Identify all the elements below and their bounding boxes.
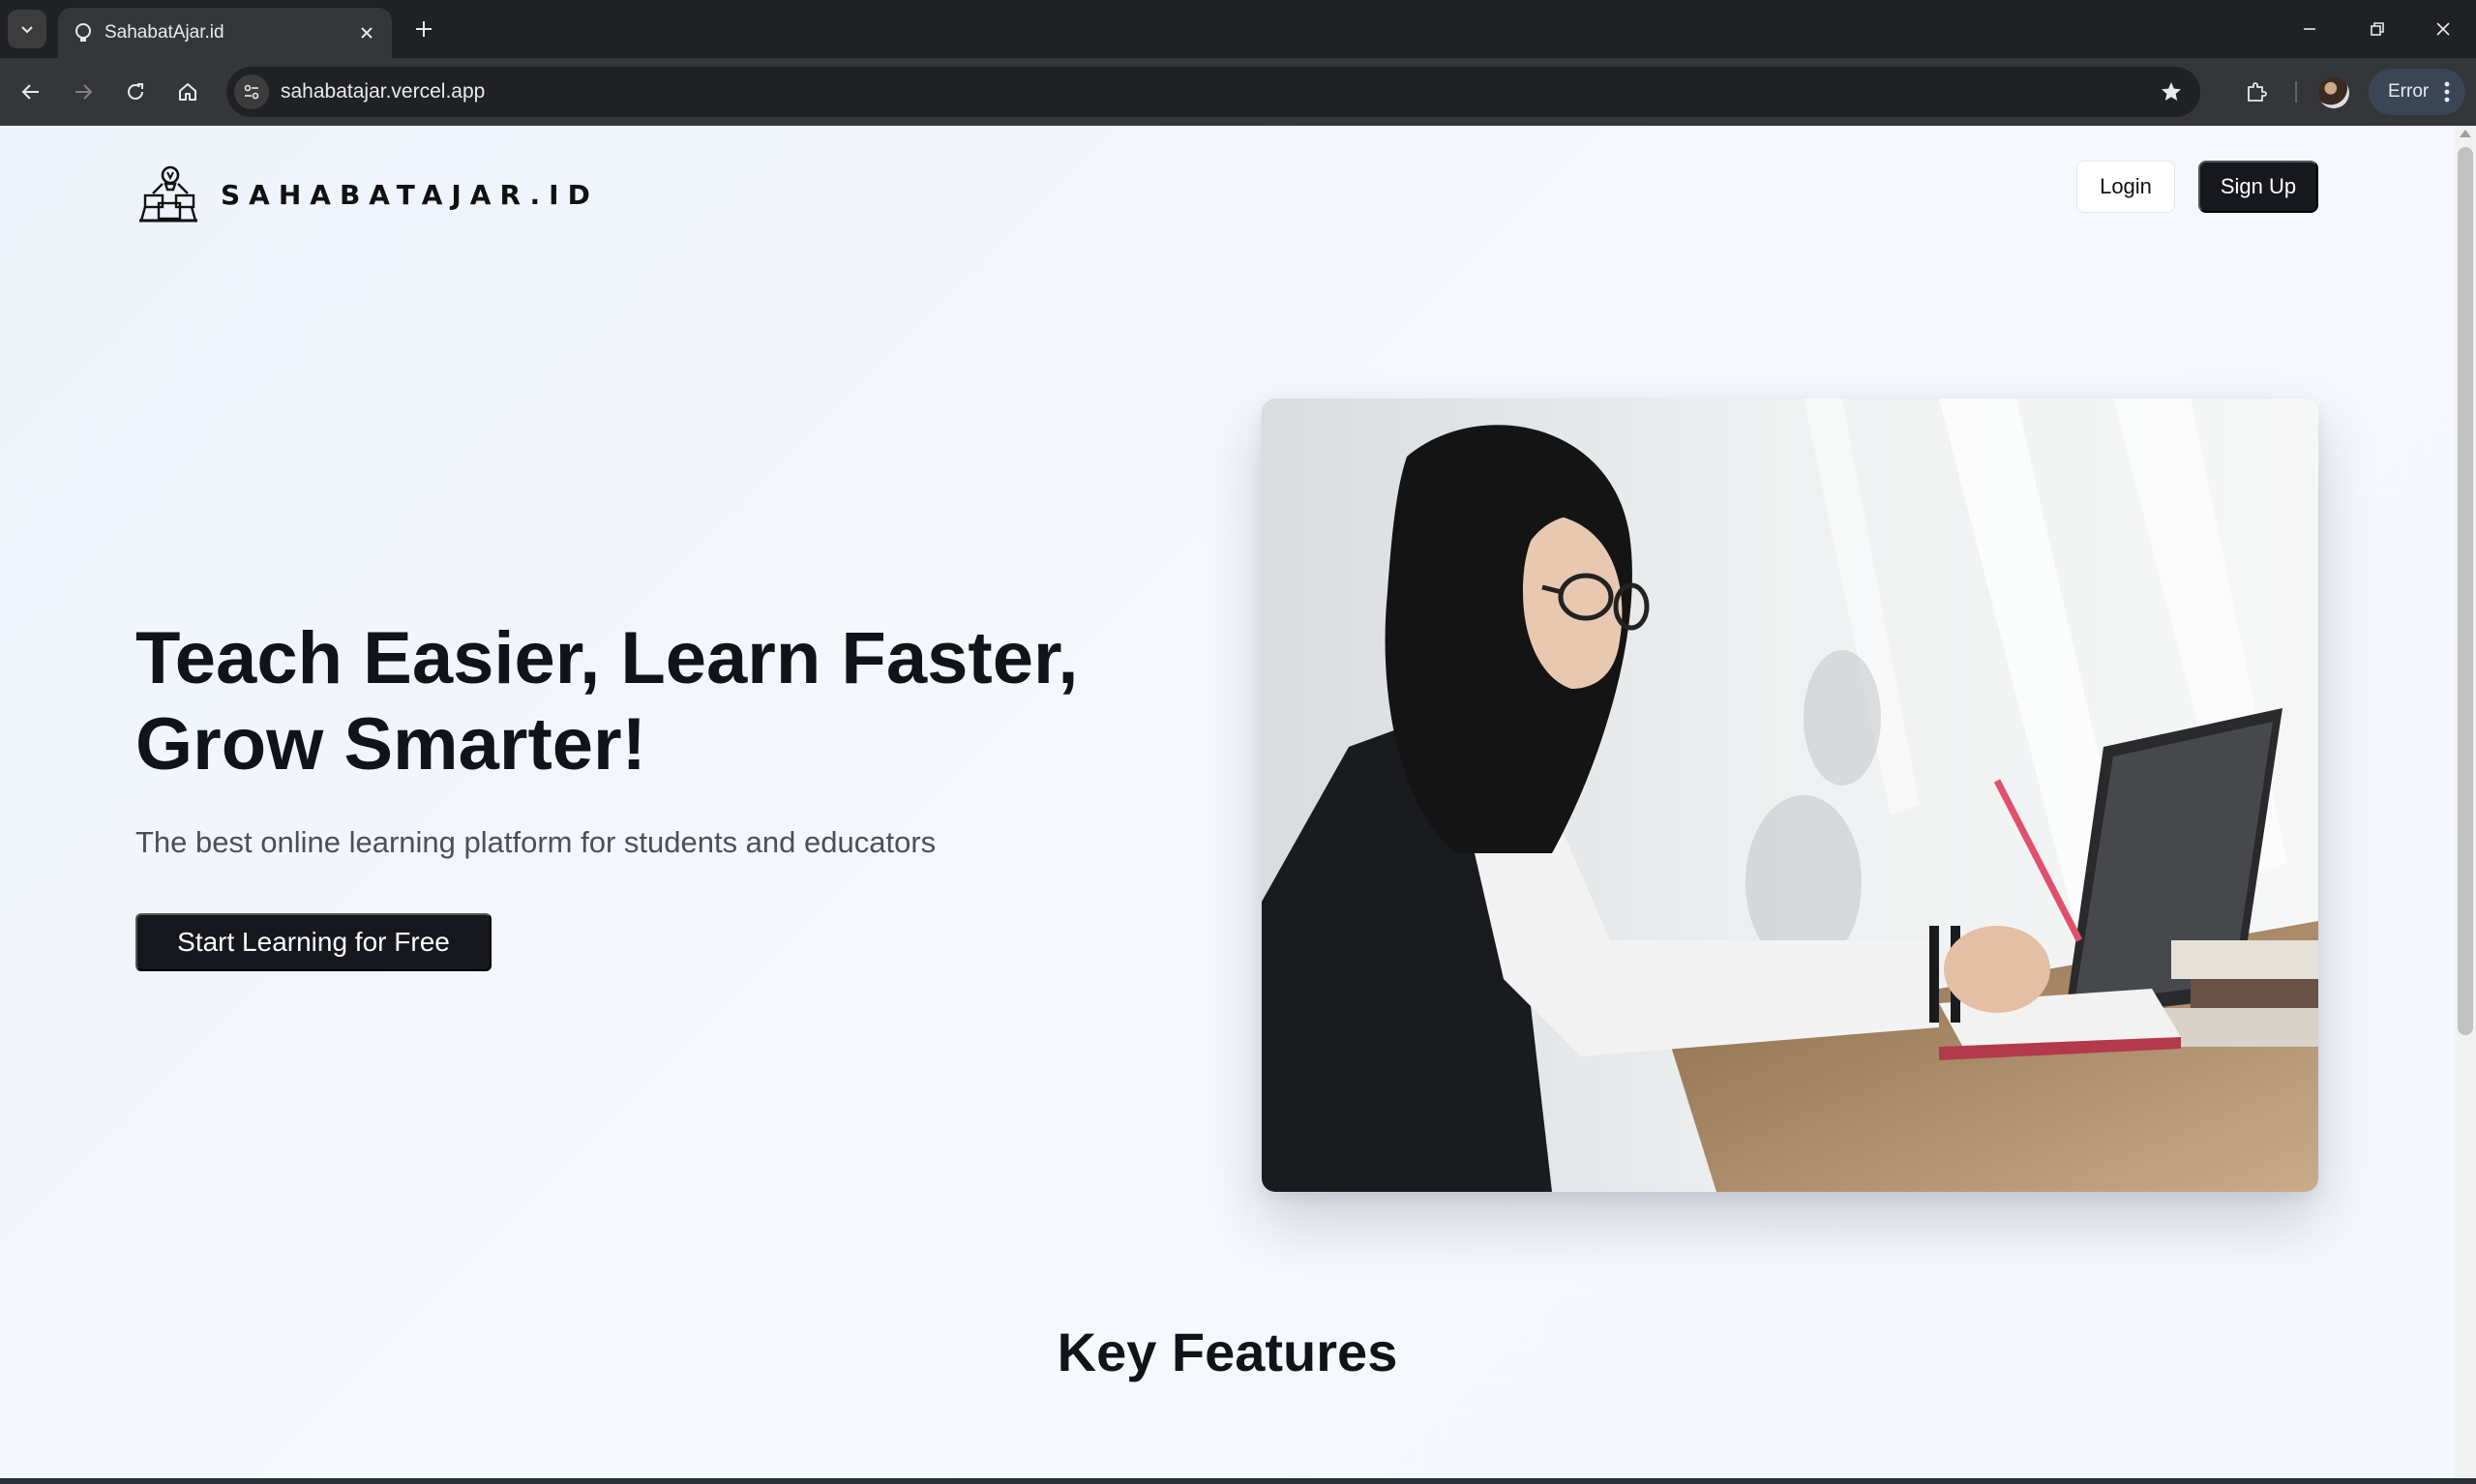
minimize-window-button[interactable] <box>2287 10 2332 48</box>
back-button[interactable] <box>12 73 50 111</box>
page-scrollbar[interactable] <box>2455 126 2476 1478</box>
toolbar-divider <box>2295 81 2297 103</box>
home-button[interactable] <box>168 73 207 111</box>
close-icon <box>2436 22 2450 36</box>
hero-subtitle: The best online learning platform for st… <box>135 825 937 859</box>
arrow-right-icon <box>75 84 93 100</box>
bookmark-star-icon[interactable] <box>2156 76 2187 107</box>
student-studying-photo-icon <box>1262 399 2318 1192</box>
site-info-button[interactable] <box>234 74 269 109</box>
browser-toolbar: sahabatajar.vercel.app Error <box>0 58 2476 126</box>
login-button[interactable]: Login <box>2076 161 2175 213</box>
forward-button[interactable] <box>64 73 103 111</box>
scroll-up-arrow-icon[interactable] <box>2460 130 2471 137</box>
url-text[interactable]: sahabatajar.vercel.app <box>281 79 485 104</box>
address-bar[interactable]: sahabatajar.vercel.app <box>226 67 2200 117</box>
tab-search-button[interactable] <box>8 10 46 48</box>
start-learning-button[interactable]: Start Learning for Free <box>135 913 492 971</box>
puzzle-icon <box>2248 82 2267 102</box>
scrollbar-thumb[interactable] <box>2458 147 2473 1035</box>
bottom-edge-bar <box>0 1478 2476 1484</box>
arrow-left-icon <box>21 84 39 100</box>
restore-icon <box>2371 22 2384 36</box>
home-icon <box>179 83 196 101</box>
profile-status-label: Error <box>2388 81 2430 102</box>
more-vert-icon <box>2444 81 2450 103</box>
lightbulb-favicon-icon <box>75 23 91 42</box>
chevron-down-icon <box>21 26 33 34</box>
tune-icon <box>244 84 259 100</box>
profile-avatar[interactable] <box>2318 77 2349 108</box>
plus-icon <box>416 21 432 37</box>
page-viewport: SAHABATAJAR.ID Login Sign Up Teach Easie… <box>0 126 2476 1484</box>
close-window-button[interactable] <box>2421 10 2465 48</box>
close-tab-icon[interactable] <box>355 21 378 45</box>
browser-tab-active[interactable]: SahabatAjar.id <box>58 8 392 58</box>
reload-icon <box>128 83 143 100</box>
hero-image <box>1262 399 2318 1192</box>
logo-icon <box>139 165 197 223</box>
extensions-button[interactable] <box>2237 73 2276 111</box>
key-features-title: Key Features <box>1057 1321 1398 1382</box>
new-tab-button[interactable] <box>406 12 441 46</box>
restore-window-button[interactable] <box>2355 10 2400 48</box>
brand-name[interactable]: SAHABATAJAR.ID <box>221 180 599 211</box>
minimize-icon <box>2304 28 2315 30</box>
profile-error-button[interactable]: Error <box>2369 69 2465 115</box>
hero-title: Teach Easier, Learn Faster, Grow Smarter… <box>135 617 1079 786</box>
reload-button[interactable] <box>116 73 155 111</box>
browser-tab-bar: SahabatAjar.id <box>0 0 2476 58</box>
tab-title: SahabatAjar.id <box>104 22 224 43</box>
signup-button[interactable]: Sign Up <box>2198 161 2318 213</box>
